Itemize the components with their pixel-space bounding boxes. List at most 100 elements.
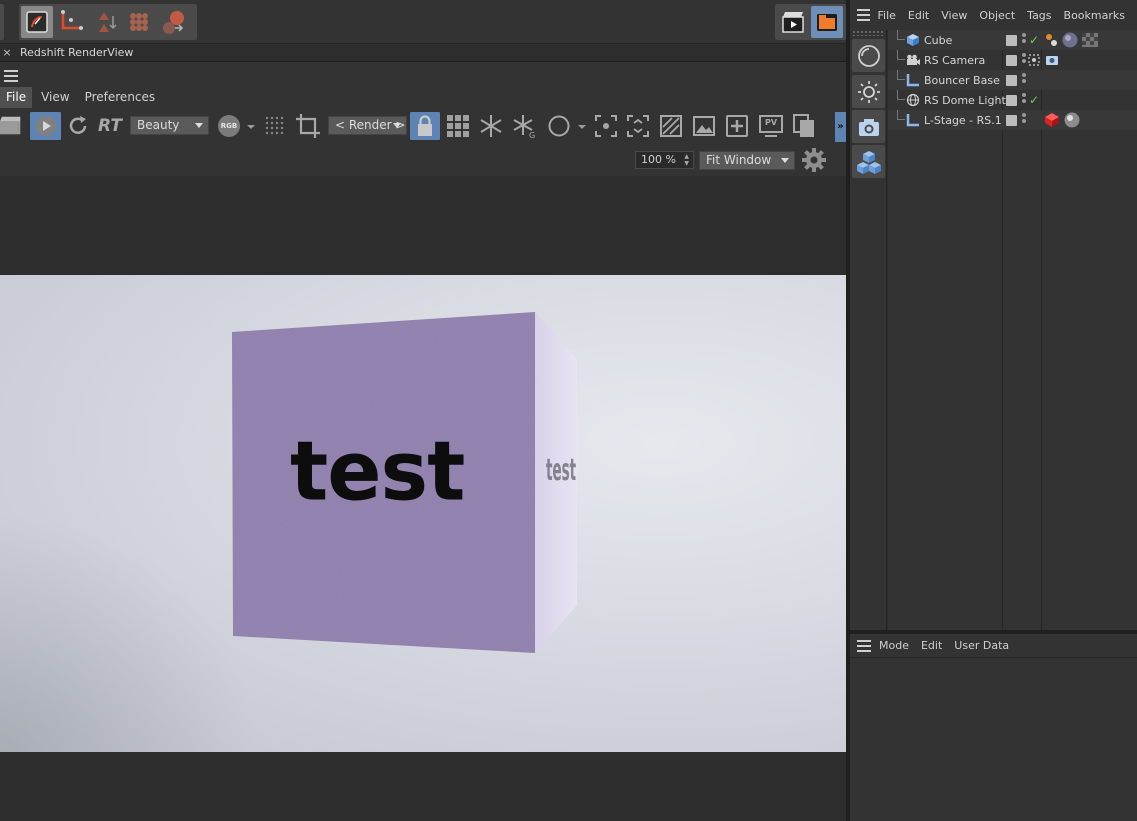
object-row-cube[interactable]: Cube ✓: [888, 30, 1137, 50]
visibility-dots-icon[interactable]: [1022, 93, 1027, 107]
deformer-icon[interactable]: [89, 6, 121, 38]
start-render-icon[interactable]: [30, 112, 61, 140]
visibility-dots-icon[interactable]: [1022, 73, 1027, 87]
rt-toggle-label[interactable]: RT: [95, 112, 125, 140]
material-tag-icon[interactable]: [1061, 32, 1079, 48]
snowflake-icon[interactable]: [477, 112, 505, 140]
circle-icon[interactable]: [545, 112, 573, 140]
visibility-dots-icon[interactable]: [1022, 113, 1027, 127]
copy-icon[interactable]: [790, 112, 818, 140]
lstage-object-icon: [906, 114, 919, 127]
scene-blocks-tab-icon[interactable]: [852, 145, 885, 178]
menu-view[interactable]: View: [35, 87, 75, 108]
zoom-field[interactable]: 100 % ▲ ▼: [635, 151, 694, 169]
grid-icon[interactable]: [444, 112, 472, 140]
layer-edit-toggle[interactable]: [1006, 34, 1017, 46]
object-row-lstage-rs1[interactable]: L-Stage - RS.1: [888, 110, 1137, 130]
attr-menu-edit[interactable]: Edit: [921, 639, 942, 652]
object-row-bouncer-base[interactable]: Bouncer Base: [888, 70, 1137, 90]
om-menu-view[interactable]: View: [941, 9, 967, 22]
tree-connector: [897, 50, 905, 60]
layer-edit-toggle[interactable]: [1006, 74, 1017, 86]
image-icon[interactable]: [690, 112, 718, 140]
render-camera-dropdown[interactable]: < Render >: [328, 116, 407, 135]
object-name[interactable]: Cube: [924, 34, 952, 47]
material-tag-icon[interactable]: [1063, 112, 1081, 128]
object-name[interactable]: L-Stage - RS.1: [924, 114, 1002, 127]
layer-edit-toggle[interactable]: [1006, 94, 1017, 106]
object-name[interactable]: RS Dome Light: [924, 94, 1006, 107]
camera-manager-tab-icon[interactable]: [852, 110, 885, 143]
clapper-icon[interactable]: [0, 112, 24, 140]
layer-edit-toggle[interactable]: [1006, 54, 1017, 66]
close-icon[interactable]: ×: [0, 46, 14, 59]
main-toolbar: [0, 0, 848, 44]
object-name[interactable]: RS Camera: [924, 54, 985, 67]
gear-icon[interactable]: [801, 147, 827, 173]
spline-pen-icon[interactable]: [21, 6, 53, 38]
rs-camera-tag-icon[interactable]: [1045, 52, 1059, 68]
cube-object-icon: [907, 34, 919, 46]
dot-grid-icon[interactable]: [262, 112, 288, 140]
cube-front-text: test: [290, 424, 465, 519]
frame-focus-icon[interactable]: [592, 112, 620, 140]
lock-icon[interactable]: [410, 112, 440, 140]
render-viewport[interactable]: test test: [0, 176, 846, 821]
camera-target-tag-icon[interactable]: [1028, 52, 1040, 68]
om-menu-object[interactable]: Object: [979, 9, 1015, 22]
om-menu-tags[interactable]: Tags: [1027, 9, 1051, 22]
refresh-icon[interactable]: [64, 112, 92, 140]
hamburger-menu-icon[interactable]: [857, 639, 871, 652]
snowflake-global-icon[interactable]: G: [510, 112, 538, 140]
visibility-dots-icon[interactable]: [1022, 33, 1027, 47]
object-manager-tab-icon[interactable]: [852, 39, 885, 72]
rendered-image: test test: [0, 275, 846, 752]
menu-file[interactable]: File: [0, 87, 33, 108]
enabled-check-icon[interactable]: ✓: [1029, 33, 1039, 47]
om-menu-file[interactable]: File: [878, 9, 896, 22]
effector-icon[interactable]: [157, 6, 189, 38]
fit-image-icon[interactable]: [624, 112, 652, 140]
menu-preferences[interactable]: Preferences: [79, 87, 162, 108]
hamburger-menu-icon[interactable]: [4, 70, 18, 82]
circle-dropdown-caret-icon[interactable]: [576, 112, 588, 140]
object-row-rs-camera[interactable]: RS Camera: [888, 50, 1137, 70]
cloner-grid-icon[interactable]: [123, 6, 155, 38]
folder-layout-icon[interactable]: [811, 6, 843, 38]
clapper-render-icon[interactable]: [777, 6, 809, 38]
redshift-object-tag-icon[interactable]: [1043, 112, 1061, 128]
zoom-stepper-icon[interactable]: ▲ ▼: [684, 153, 689, 167]
sketch-spline-icon[interactable]: [55, 6, 87, 38]
visibility-dots-icon[interactable]: [1022, 53, 1027, 67]
fit-window-value: Fit Window: [706, 153, 772, 167]
rgb-dropdown-caret-icon[interactable]: [245, 112, 257, 140]
expand-toolbar-button[interactable]: »: [835, 112, 846, 142]
toolbar-group-layouts: [775, 4, 846, 40]
aov-dropdown[interactable]: Beauty: [130, 116, 209, 135]
om-menu-edit[interactable]: Edit: [908, 9, 929, 22]
object-row-rs-dome-light[interactable]: RS Dome Light ✓: [888, 90, 1137, 110]
attr-menu-mode[interactable]: Mode: [879, 639, 909, 652]
phong-tag-icon[interactable]: [1044, 32, 1058, 48]
region-render-icon[interactable]: [657, 112, 685, 140]
attr-menu-user-data[interactable]: User Data: [954, 639, 1009, 652]
rgb-channel-icon[interactable]: RGB: [216, 112, 242, 140]
toolbar-group-left-edge: [0, 4, 4, 40]
toolbar-group-modeling: [19, 4, 197, 40]
enabled-check-icon[interactable]: ✓: [1029, 93, 1039, 107]
object-name[interactable]: Bouncer Base: [924, 74, 1000, 87]
fit-window-dropdown[interactable]: Fit Window: [699, 151, 795, 170]
drag-handle-icon[interactable]: [852, 30, 885, 36]
om-menu-bookmarks[interactable]: Bookmarks: [1064, 9, 1125, 22]
hamburger-menu-icon[interactable]: [857, 9, 870, 21]
layer-edit-toggle[interactable]: [1006, 114, 1017, 126]
svg-text:G: G: [529, 131, 535, 139]
texture-tag-icon[interactable]: [1081, 32, 1099, 48]
renderview-menubar: File View Preferences: [0, 87, 848, 108]
tree-connector: [897, 90, 905, 100]
add-snapshot-icon[interactable]: [723, 112, 751, 140]
aov-dropdown-value: Beauty: [137, 118, 180, 132]
crop-icon[interactable]: [294, 112, 322, 140]
light-manager-tab-icon[interactable]: [852, 75, 885, 108]
picture-viewer-icon[interactable]: PV: [757, 112, 785, 140]
